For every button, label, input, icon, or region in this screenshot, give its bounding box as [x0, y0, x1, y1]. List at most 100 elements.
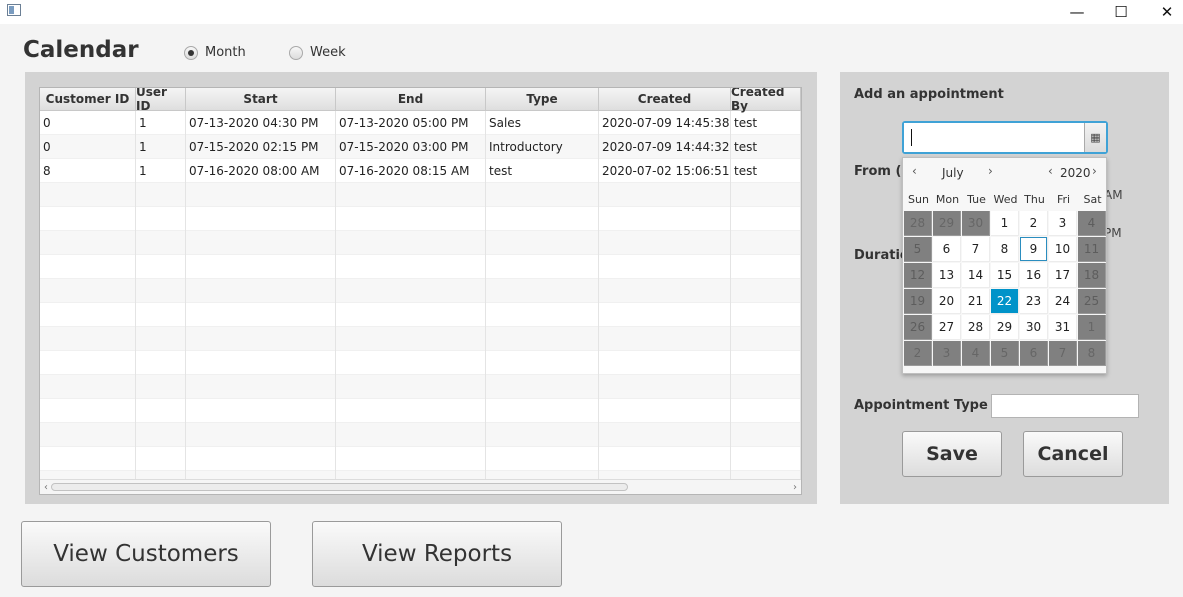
- empty-cell: [136, 351, 186, 375]
- cell-type: Introductory: [486, 135, 599, 159]
- empty-cell: [336, 351, 486, 375]
- calendar-day[interactable]: 3: [1049, 211, 1077, 236]
- cell-customer-id: 8: [40, 159, 136, 183]
- date-input[interactable]: [904, 123, 1084, 152]
- view-customers-button[interactable]: View Customers: [21, 521, 271, 587]
- empty-cell: [186, 279, 336, 303]
- prev-month-arrow[interactable]: ‹: [912, 164, 917, 178]
- close-button[interactable]: ✕: [1144, 0, 1183, 24]
- calendar-day-outside-month[interactable]: 2: [904, 341, 932, 366]
- cell-created: 2020-07-09 14:44:32.0: [599, 135, 731, 159]
- minimize-button[interactable]: —: [1054, 0, 1100, 24]
- horizontal-scrollbar[interactable]: ‹ ›: [40, 479, 801, 494]
- calendar-day[interactable]: 19: [904, 289, 932, 314]
- calendar-day[interactable]: 30: [1020, 315, 1048, 340]
- empty-cell: [599, 351, 731, 375]
- calendar-day[interactable]: 25: [1078, 289, 1106, 314]
- calendar-day[interactable]: 26: [904, 315, 932, 340]
- column-header-end[interactable]: End: [336, 88, 486, 111]
- calendar-day[interactable]: 16: [1020, 263, 1048, 288]
- column-header-type[interactable]: Type: [486, 88, 599, 111]
- calendar-day-outside-month[interactable]: 29: [933, 211, 961, 236]
- calendar-day-outside-month[interactable]: 28: [904, 211, 932, 236]
- calendar-day[interactable]: 17: [1049, 263, 1077, 288]
- column-header-customer-id[interactable]: Customer ID: [40, 88, 136, 111]
- empty-table-row: [40, 375, 801, 399]
- app-icon: [7, 4, 21, 16]
- scroll-right-arrow[interactable]: ›: [789, 480, 801, 494]
- prev-year-arrow[interactable]: ‹: [1048, 164, 1053, 178]
- empty-cell: [136, 447, 186, 471]
- empty-cell: [486, 183, 599, 207]
- calendar-day[interactable]: 12: [904, 263, 932, 288]
- appointments-table[interactable]: Customer ID User ID Start End Type Creat…: [39, 87, 802, 495]
- week-radio[interactable]: [289, 46, 303, 60]
- column-header-created[interactable]: Created: [599, 88, 731, 111]
- calendar-day[interactable]: 21: [962, 289, 990, 314]
- scrollbar-thumb[interactable]: [51, 483, 628, 491]
- empty-cell: [486, 423, 599, 447]
- calendar-day[interactable]: 4: [1078, 211, 1106, 236]
- next-month-arrow[interactable]: ›: [988, 164, 993, 178]
- date-picker[interactable]: ▦: [902, 121, 1108, 154]
- calendar-day[interactable]: 10: [1049, 237, 1077, 262]
- cell-customer-id: 0: [40, 111, 136, 135]
- calendar-day-outside-month[interactable]: 6: [1020, 341, 1048, 366]
- appointment-type-input[interactable]: [991, 394, 1139, 418]
- cell-created-by: test: [731, 111, 801, 135]
- calendar-day[interactable]: 27: [933, 315, 961, 340]
- calendar-day[interactable]: 1: [991, 211, 1019, 236]
- cell-created: 2020-07-09 14:45:38.0: [599, 111, 731, 135]
- calendar-day[interactable]: 6: [933, 237, 961, 262]
- table-row[interactable]: 8 1 07-16-2020 08:00 AM 07-16-2020 08:15…: [40, 159, 801, 183]
- calendar-day[interactable]: 8: [991, 237, 1019, 262]
- calendar-day-outside-month[interactable]: 7: [1049, 341, 1077, 366]
- calendar-icon[interactable]: ▦: [1084, 123, 1106, 152]
- empty-cell: [186, 327, 336, 351]
- table-row[interactable]: 0 1 07-13-2020 04:30 PM 07-13-2020 05:00…: [40, 111, 801, 135]
- week-radio-label[interactable]: Week: [310, 45, 346, 60]
- calendar-day-outside-month[interactable]: 30: [962, 211, 990, 236]
- empty-cell: [599, 447, 731, 471]
- calendar-day[interactable]: 31: [1049, 315, 1077, 340]
- calendar-day[interactable]: 13: [933, 263, 961, 288]
- calendar-day[interactable]: 22: [991, 289, 1019, 314]
- calendar-day[interactable]: 29: [991, 315, 1019, 340]
- empty-cell: [486, 255, 599, 279]
- table-row[interactable]: 0 1 07-15-2020 02:15 PM 07-15-2020 03:00…: [40, 135, 801, 159]
- cancel-button[interactable]: Cancel: [1023, 431, 1123, 477]
- empty-cell: [40, 327, 136, 351]
- calendar-day[interactable]: 9: [1020, 237, 1048, 262]
- calendar-day[interactable]: 11: [1078, 237, 1106, 262]
- calendar-day[interactable]: 28: [962, 315, 990, 340]
- calendar-day-outside-month[interactable]: 5: [991, 341, 1019, 366]
- calendar-day[interactable]: 24: [1049, 289, 1077, 314]
- empty-cell: [40, 351, 136, 375]
- save-button[interactable]: Save: [902, 431, 1002, 477]
- calendar-day-outside-month[interactable]: 4: [962, 341, 990, 366]
- month-radio[interactable]: [184, 46, 198, 60]
- calendar-day[interactable]: 2: [1020, 211, 1048, 236]
- calendar-day-outside-month[interactable]: 3: [933, 341, 961, 366]
- column-header-start[interactable]: Start: [186, 88, 336, 111]
- calendar-day[interactable]: 7: [962, 237, 990, 262]
- column-header-user-id[interactable]: User ID: [136, 88, 186, 113]
- empty-table-row: [40, 279, 801, 303]
- calendar-day[interactable]: 14: [962, 263, 990, 288]
- calendar-day-outside-month[interactable]: 8: [1078, 341, 1106, 366]
- empty-cell: [186, 375, 336, 399]
- calendar-day[interactable]: 20: [933, 289, 961, 314]
- calendar-day[interactable]: 18: [1078, 263, 1106, 288]
- column-header-created-by[interactable]: Created By: [731, 88, 801, 113]
- cell-created-by: test: [731, 159, 801, 183]
- calendar-day[interactable]: 23: [1020, 289, 1048, 314]
- calendar-day-outside-month[interactable]: 1: [1078, 315, 1106, 340]
- view-reports-button[interactable]: View Reports: [312, 521, 562, 587]
- calendar-day[interactable]: 15: [991, 263, 1019, 288]
- appointment-type-label: Appointment Type: [854, 398, 988, 413]
- month-radio-label[interactable]: Month: [205, 45, 246, 60]
- next-year-arrow[interactable]: ›: [1092, 164, 1097, 178]
- maximize-button[interactable]: ☐: [1098, 0, 1144, 24]
- calendar-day[interactable]: 5: [904, 237, 932, 262]
- empty-cell: [336, 303, 486, 327]
